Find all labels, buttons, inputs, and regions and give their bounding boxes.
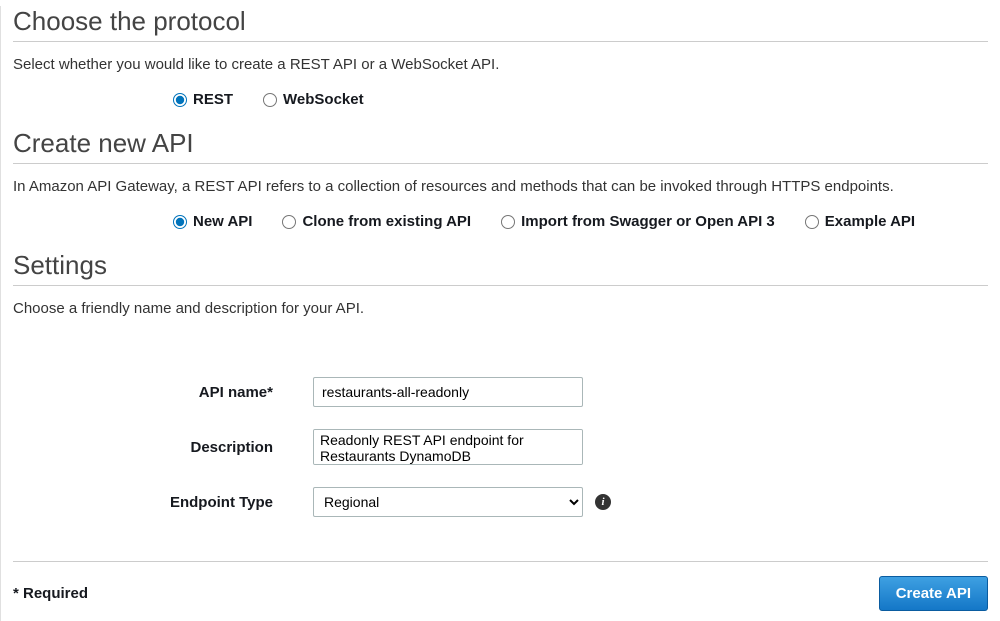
api-name-row: API name* bbox=[13, 377, 988, 407]
info-icon[interactable]: i bbox=[595, 494, 611, 510]
settings-description: Choose a friendly name and description f… bbox=[13, 300, 988, 317]
protocol-radio-websocket-label: WebSocket bbox=[283, 91, 364, 108]
create-description: In Amazon API Gateway, a REST API refers… bbox=[13, 178, 988, 195]
endpoint-type-select[interactable]: Regional bbox=[313, 487, 583, 517]
protocol-radio-websocket-input[interactable] bbox=[263, 93, 277, 107]
description-textarea[interactable]: Readonly REST API endpoint for Restauran… bbox=[313, 429, 583, 465]
create-heading: Create new API bbox=[13, 128, 988, 164]
create-radio-new[interactable]: New API bbox=[173, 213, 252, 230]
protocol-radio-rest-input[interactable] bbox=[173, 93, 187, 107]
create-radio-clone-input[interactable] bbox=[282, 215, 296, 229]
create-radio-clone-label: Clone from existing API bbox=[302, 213, 471, 230]
protocol-radio-websocket[interactable]: WebSocket bbox=[263, 91, 364, 108]
protocol-heading: Choose the protocol bbox=[13, 6, 988, 42]
create-radio-example-label: Example API bbox=[825, 213, 915, 230]
protocol-description: Select whether you would like to create … bbox=[13, 56, 988, 73]
create-radio-clone[interactable]: Clone from existing API bbox=[282, 213, 471, 230]
create-radio-group: New API Clone from existing API Import f… bbox=[13, 213, 988, 230]
required-note: * Required bbox=[13, 585, 88, 602]
api-name-input[interactable] bbox=[313, 377, 583, 407]
protocol-radio-group: REST WebSocket bbox=[13, 91, 988, 108]
footer: * Required Create API bbox=[13, 561, 988, 611]
create-radio-new-label: New API bbox=[193, 213, 252, 230]
settings-heading: Settings bbox=[13, 250, 988, 286]
endpoint-type-row: Endpoint Type Regional i bbox=[13, 487, 988, 517]
description-label: Description bbox=[13, 439, 313, 456]
endpoint-type-label: Endpoint Type bbox=[13, 494, 313, 511]
protocol-radio-rest[interactable]: REST bbox=[173, 91, 233, 108]
create-radio-example-input[interactable] bbox=[805, 215, 819, 229]
description-row: Description Readonly REST API endpoint f… bbox=[13, 429, 988, 465]
create-radio-import-input[interactable] bbox=[501, 215, 515, 229]
create-radio-new-input[interactable] bbox=[173, 215, 187, 229]
create-radio-import-label: Import from Swagger or Open API 3 bbox=[521, 213, 775, 230]
api-name-label: API name* bbox=[13, 384, 313, 401]
create-radio-example[interactable]: Example API bbox=[805, 213, 915, 230]
create-radio-import[interactable]: Import from Swagger or Open API 3 bbox=[501, 213, 775, 230]
protocol-radio-rest-label: REST bbox=[193, 91, 233, 108]
create-api-button[interactable]: Create API bbox=[879, 576, 988, 611]
